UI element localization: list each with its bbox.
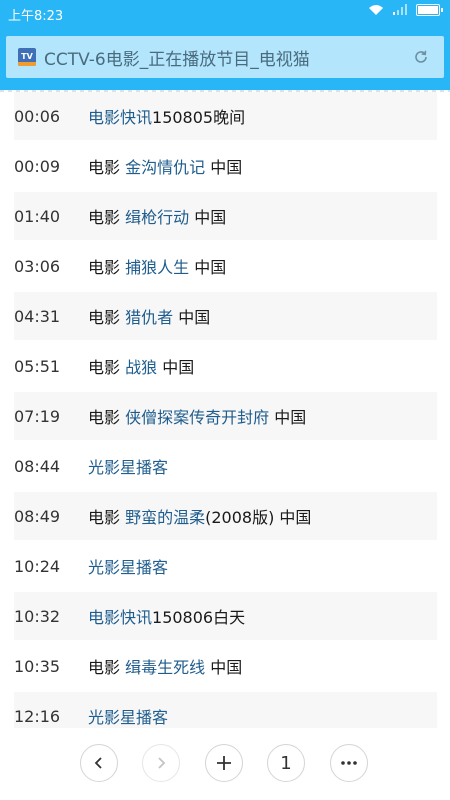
program-row: 08:44 光影星播客 xyxy=(14,442,437,490)
program-info: 电影 野蛮的温柔(2008版) 中国 xyxy=(88,504,311,528)
plus-icon xyxy=(217,756,231,770)
program-meta: 中国 xyxy=(189,208,227,227)
status-time: 上午8:23 xyxy=(8,9,64,24)
address-bar[interactable]: TV CCTV-6电影_正在播放节目_电视猫 xyxy=(6,36,444,78)
program-type: 电影 xyxy=(88,358,126,377)
program-meta: 150806白天 xyxy=(152,608,246,627)
program-info: 电影 捕狼人生 中国 xyxy=(88,254,226,278)
program-title-link[interactable]: 侠僧探案传奇开封府 xyxy=(125,408,269,427)
program-title-link[interactable]: 光影星播客 xyxy=(88,708,168,727)
program-row: 01:40 电影 缉枪行动 中国 xyxy=(14,192,437,240)
program-row: 12:16 光影星播客 xyxy=(14,692,437,728)
program-info: 光影星播客 xyxy=(88,454,168,478)
program-title-link[interactable]: 电影快讯 xyxy=(88,608,152,627)
chevron-left-icon xyxy=(94,757,102,769)
program-title-link[interactable]: 缉毒生死线 xyxy=(125,658,205,677)
program-meta: (2008版) 中国 xyxy=(205,508,312,527)
program-type: 电影 xyxy=(88,408,126,427)
program-info: 光影星播客 xyxy=(88,554,168,578)
program-time: 10:35 xyxy=(14,656,61,676)
program-type: 电影 xyxy=(88,658,126,677)
program-meta: 中国 xyxy=(189,258,227,277)
tv-favicon-text: TV xyxy=(21,52,33,61)
program-meta: 150805晚间 xyxy=(152,108,246,127)
program-title-link[interactable]: 野蛮的温柔 xyxy=(125,508,205,527)
program-time: 08:49 xyxy=(14,506,61,526)
program-row: 04:31 电影 猎仇者 中国 xyxy=(14,292,437,340)
bottom-nav-bar: 1 xyxy=(0,728,450,800)
program-row: 10:32 电影快讯150806白天 xyxy=(14,592,437,640)
program-time: 00:06 xyxy=(14,106,61,126)
program-title-link[interactable]: 光影星播客 xyxy=(88,558,168,577)
status-icons xyxy=(368,4,443,16)
program-row: 03:06 电影 捕狼人生 中国 xyxy=(14,242,437,290)
wifi-icon xyxy=(369,5,383,15)
new-tab-button[interactable] xyxy=(205,744,243,782)
browser-toolbar: TV CCTV-6电影_正在播放节目_电视猫 xyxy=(0,26,450,90)
program-time: 03:06 xyxy=(14,256,61,276)
program-time: 01:40 xyxy=(14,206,61,226)
menu-button[interactable] xyxy=(330,744,368,782)
battery-icon xyxy=(416,4,443,16)
program-info: 电影 缉毒生死线 中国 xyxy=(88,654,242,678)
forward-button[interactable] xyxy=(142,744,180,782)
program-time: 10:32 xyxy=(14,606,61,626)
program-meta: 中国 xyxy=(157,358,195,377)
more-icon xyxy=(341,761,357,765)
program-type: 电影 xyxy=(88,208,126,227)
program-row: 00:09 电影 金沟情仇记 中国 xyxy=(14,142,437,190)
program-row: 08:49 电影 野蛮的温柔(2008版) 中国 xyxy=(14,492,437,540)
program-time: 10:24 xyxy=(14,556,61,576)
program-info: 电影 猎仇者 中国 xyxy=(88,304,210,328)
program-time: 12:16 xyxy=(14,706,61,726)
program-title-link[interactable]: 缉枪行动 xyxy=(125,208,189,227)
program-title-link[interactable]: 捕狼人生 xyxy=(125,258,189,277)
program-time: 07:19 xyxy=(14,406,61,426)
program-type: 电影 xyxy=(88,158,126,177)
program-type: 电影 xyxy=(88,308,126,327)
program-row: 07:19 电影 侠僧探案传奇开封府 中国 xyxy=(14,392,437,440)
program-info: 电影快讯150805晚间 xyxy=(88,104,245,128)
tv-favicon-icon: TV xyxy=(18,48,36,66)
program-row: 05:51 电影 战狼 中国 xyxy=(14,342,437,390)
page-title[interactable]: CCTV-6电影_正在播放节目_电视猫 xyxy=(44,45,410,70)
program-type: 电影 xyxy=(88,508,126,527)
program-row: 10:35 电影 缉毒生死线 中国 xyxy=(14,642,437,690)
tabs-button[interactable]: 1 xyxy=(267,744,305,782)
program-meta: 中国 xyxy=(269,408,307,427)
program-type: 电影 xyxy=(88,258,126,277)
tab-count: 1 xyxy=(280,752,292,774)
program-meta: 中国 xyxy=(173,308,211,327)
program-title-link[interactable]: 光影星播客 xyxy=(88,458,168,477)
program-row: 10:24 光影星播客 xyxy=(14,542,437,590)
program-list: 00:06 电影快讯150805晚间 00:09 电影 金沟情仇记 中国 01:… xyxy=(0,92,450,728)
program-title-link[interactable]: 电影快讯 xyxy=(88,108,152,127)
program-time: 05:51 xyxy=(14,356,61,376)
program-info: 电影 缉枪行动 中国 xyxy=(88,204,226,228)
program-info: 电影快讯150806白天 xyxy=(88,604,245,628)
program-row: 00:06 电影快讯150805晚间 xyxy=(14,92,437,140)
program-title-link[interactable]: 战狼 xyxy=(125,358,157,377)
chevron-right-icon xyxy=(158,757,166,769)
program-meta: 中国 xyxy=(205,158,243,177)
back-button[interactable] xyxy=(80,744,118,782)
program-title-link[interactable]: 猎仇者 xyxy=(125,308,173,327)
program-time: 00:09 xyxy=(14,156,61,176)
status-bar: 上午8:23 xyxy=(0,0,450,26)
refresh-icon[interactable] xyxy=(410,46,432,68)
program-title-link[interactable]: 金沟情仇记 xyxy=(125,158,205,177)
program-info: 电影 侠僧探案传奇开封府 中国 xyxy=(88,404,306,428)
program-time: 04:31 xyxy=(14,306,61,326)
program-time: 08:44 xyxy=(14,456,61,476)
program-meta: 中国 xyxy=(205,658,243,677)
signal-icon xyxy=(393,4,407,15)
program-info: 光影星播客 xyxy=(88,704,168,728)
program-info: 电影 战狼 中国 xyxy=(88,354,194,378)
program-info: 电影 金沟情仇记 中国 xyxy=(88,154,242,178)
